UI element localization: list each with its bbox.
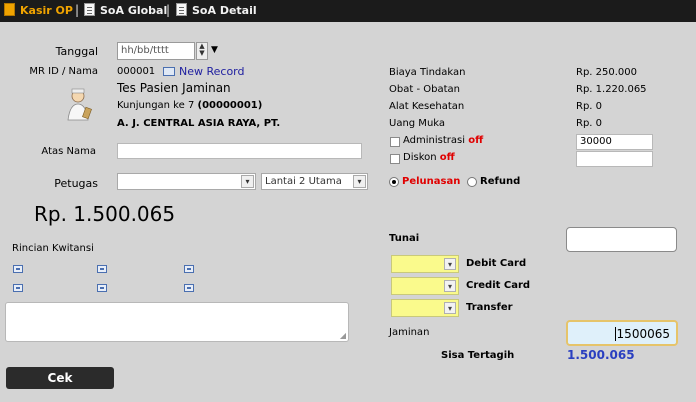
- petugas-select[interactable]: ▾: [117, 173, 256, 190]
- sisa-tertagih-label: Sisa Tertagih: [441, 350, 515, 361]
- sisa-tertagih-value: 1.500.065: [567, 348, 635, 362]
- new-record-icon[interactable]: [163, 67, 175, 76]
- tab-separator: |: [166, 3, 171, 17]
- document-icon: [176, 3, 187, 16]
- chevron-down-icon: ▾: [444, 280, 456, 292]
- lantai-select[interactable]: Lantai 2 Utama ▾: [261, 173, 368, 190]
- refund-label: Refund: [480, 176, 521, 187]
- lantai-value: Lantai 2 Utama: [265, 176, 342, 187]
- receipt-print-icon[interactable]: [13, 265, 23, 273]
- resize-handle-icon[interactable]: ◢: [340, 331, 346, 340]
- credit-card-label: Credit Card: [466, 280, 531, 291]
- receipt-print-icon[interactable]: [97, 284, 107, 292]
- visit-code: (00000001): [197, 100, 263, 111]
- jaminan-input[interactable]: 1500065: [566, 320, 678, 346]
- atas-nama-input[interactable]: [117, 143, 362, 159]
- debit-card-label: Debit Card: [466, 258, 527, 269]
- cek-button[interactable]: Cek: [6, 367, 114, 389]
- document-icon: [84, 3, 95, 16]
- tanggal-label: Tanggal: [55, 45, 98, 58]
- receipt-print-icon[interactable]: [13, 284, 23, 292]
- notes-textarea[interactable]: ◢: [5, 302, 349, 342]
- billing-value-uang-muka: Rp. 0: [576, 118, 603, 129]
- total-amount: Rp. 1.500.065: [34, 202, 176, 226]
- billing-value-obat: Rp. 1.220.065: [576, 84, 647, 95]
- tab-soa-global[interactable]: SoA Global: [100, 4, 167, 17]
- tab-separator: |: [75, 3, 80, 17]
- tunai-label: Tunai: [389, 233, 420, 244]
- diskon-text: Diskon: [403, 152, 437, 163]
- debit-card-select[interactable]: ▾: [391, 255, 459, 273]
- billing-label-biaya-tindakan: Biaya Tindakan: [389, 67, 466, 78]
- patient-name: Tes Pasien Jaminan: [117, 81, 231, 95]
- administrasi-text: Administrasi: [403, 135, 466, 146]
- diskon-checkbox[interactable]: [390, 154, 400, 164]
- administrasi-checkbox[interactable]: [390, 137, 400, 147]
- transfer-label: Transfer: [466, 302, 513, 313]
- jaminan-value: 1500065: [614, 327, 670, 341]
- petugas-label: Petugas: [54, 177, 98, 190]
- administrasi-label: Administrasi off: [403, 135, 483, 146]
- billing-value-alat-kesehatan: Rp. 0: [576, 101, 603, 112]
- visit-info: Kunjungan ke 7 (00000001): [117, 100, 262, 111]
- receipt-print-icon[interactable]: [184, 265, 194, 273]
- diskon-label: Diskon off: [403, 152, 455, 163]
- mrid-label: MR ID / Nama: [29, 66, 98, 77]
- spin-down-icon: ▼: [199, 49, 205, 57]
- credit-card-select[interactable]: ▾: [391, 277, 459, 295]
- jaminan-label: Jaminan: [389, 327, 430, 338]
- diskon-off-status: off: [439, 152, 455, 163]
- pelunasan-label: Pelunasan: [402, 176, 461, 187]
- transfer-select[interactable]: ▾: [391, 299, 459, 317]
- billing-label-uang-muka: Uang Muka: [389, 118, 446, 129]
- diskon-input[interactable]: [576, 151, 653, 167]
- billing-label-alat-kesehatan: Alat Kesehatan: [389, 101, 465, 112]
- pelunasan-radio[interactable]: [389, 177, 399, 187]
- receipt-print-icon[interactable]: [184, 284, 194, 292]
- chevron-down-icon: ▾: [444, 302, 456, 314]
- chevron-down-icon: ▾: [444, 258, 456, 270]
- tab-kasir-op[interactable]: Kasir OP: [20, 4, 73, 17]
- rincian-kwitansi-label: Rincian Kwitansi: [12, 243, 94, 254]
- billing-label-obat: Obat - Obatan: [389, 84, 460, 95]
- company-name: A. J. CENTRAL ASIA RAYA, PT.: [117, 118, 281, 129]
- receipt-print-icon[interactable]: [97, 265, 107, 273]
- new-record-link[interactable]: New Record: [179, 65, 245, 78]
- refund-radio[interactable]: [467, 177, 477, 187]
- patient-avatar: [64, 86, 96, 122]
- administrasi-input[interactable]: 30000: [576, 134, 653, 150]
- date-dropdown-arrow-icon[interactable]: ▼: [211, 45, 218, 55]
- date-spinner[interactable]: ▲ ▼: [196, 42, 208, 60]
- tanggal-date-input[interactable]: hh/bb/tttt: [117, 42, 195, 60]
- chevron-down-icon: ▾: [353, 175, 366, 188]
- mrid-value: 000001: [117, 66, 156, 77]
- chevron-down-icon: ▾: [241, 175, 254, 188]
- administrasi-off-status: off: [468, 135, 484, 146]
- visit-number: Kunjungan ke 7: [117, 100, 195, 111]
- atas-nama-label: Atas Nama: [41, 146, 96, 157]
- tunai-input[interactable]: [566, 227, 677, 252]
- cashier-icon: [4, 3, 15, 16]
- billing-value-biaya-tindakan: Rp. 250.000: [576, 67, 638, 78]
- tab-soa-detail[interactable]: SoA Detail: [192, 4, 257, 17]
